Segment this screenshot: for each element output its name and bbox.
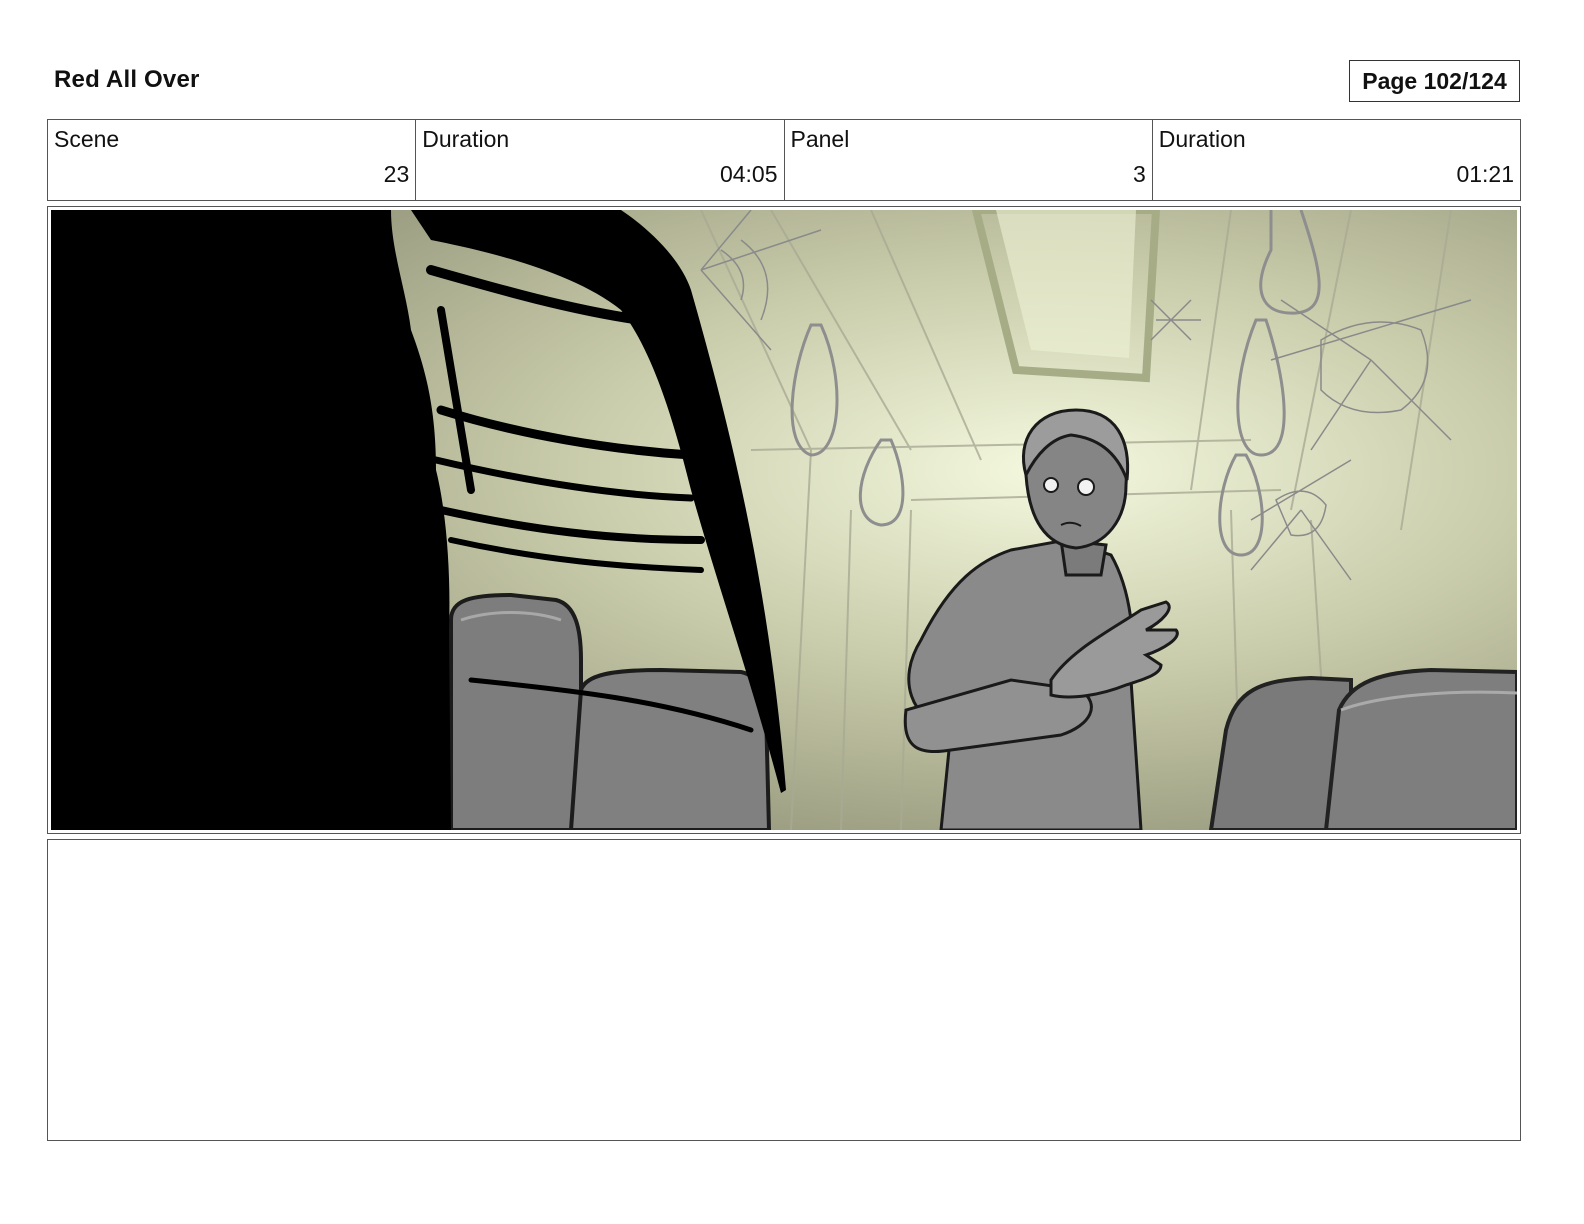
scene-label: Scene (54, 126, 120, 152)
figure-eye-right (1077, 478, 1095, 496)
panel-duration-cell: Duration 01:21 (1153, 120, 1520, 200)
storyboard-title: Red All Over (54, 66, 200, 93)
scene-duration-value: 04:05 (719, 161, 778, 187)
scene-duration-cell: Duration 04:05 (416, 120, 785, 200)
storyboard-panel-frame (47, 206, 1521, 834)
scene-number: 23 (383, 161, 410, 187)
scene-duration-label: Duration (422, 126, 510, 152)
panel-number: 3 (1132, 161, 1146, 187)
figure-eye-left (1043, 477, 1059, 493)
storyboard-drawing (51, 210, 1517, 830)
page-counter: Page 102/124 (1349, 60, 1520, 102)
panel-notes-box (47, 839, 1521, 1141)
scene-info-table: Scene 23 Duration 04:05 Panel 3 Duration… (47, 119, 1521, 201)
panel-label: Panel (790, 126, 850, 152)
seats-right (1208, 667, 1517, 830)
panel-duration-label: Duration (1158, 126, 1246, 152)
panel-duration-value: 01:21 (1456, 161, 1514, 187)
scene-cell: Scene 23 (48, 120, 417, 200)
panel-cell: Panel 3 (785, 120, 1153, 200)
